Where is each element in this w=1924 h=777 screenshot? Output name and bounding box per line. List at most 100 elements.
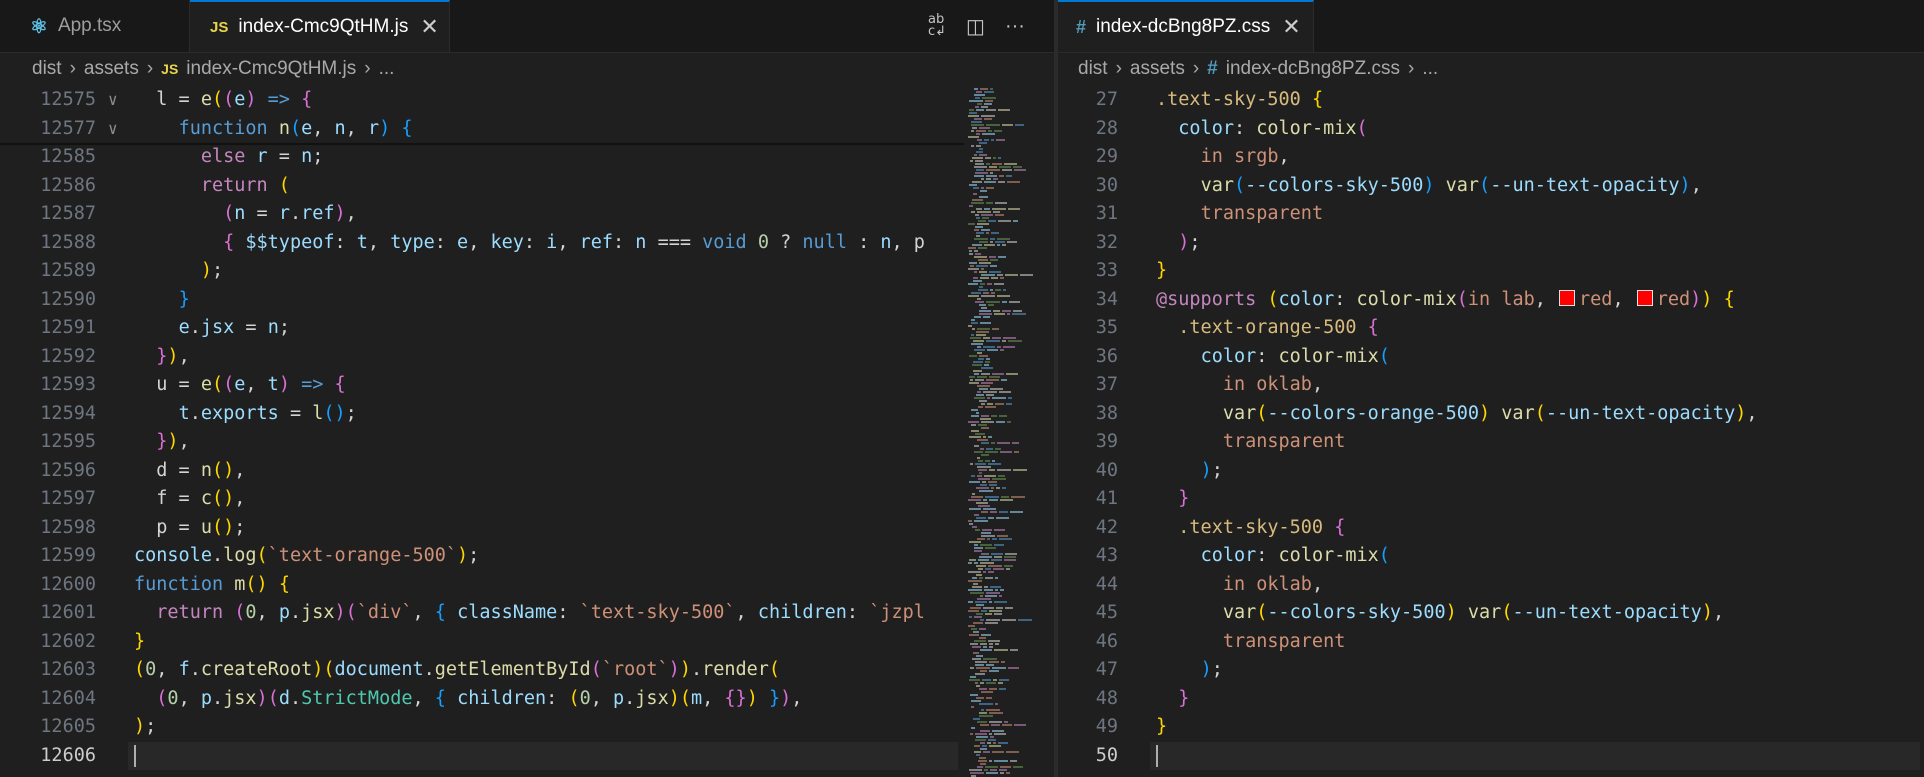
code-text: );	[1156, 457, 1223, 486]
line-number[interactable]: 50	[1058, 742, 1118, 771]
more-actions-icon[interactable]: ···	[1005, 15, 1025, 38]
line-number[interactable]: 12603	[0, 656, 96, 685]
line-number[interactable]: 44	[1058, 571, 1118, 600]
breadcrumb-item[interactable]: index-Cmc9QtHM.js	[186, 58, 356, 80]
code-token: (	[1378, 345, 1390, 367]
breadcrumb-item[interactable]: dist	[1078, 58, 1108, 80]
line-number[interactable]: 31	[1058, 200, 1118, 229]
line-number[interactable]: 12595	[0, 428, 96, 457]
minimap-line	[1012, 313, 1026, 315]
line-number[interactable]: 12591	[0, 314, 96, 343]
close-icon[interactable]: ✕	[420, 14, 438, 40]
minimap-line	[974, 250, 978, 252]
line-number[interactable]: 12596	[0, 457, 96, 486]
minimap-line	[1009, 301, 1020, 303]
line-number[interactable]: 41	[1058, 485, 1118, 514]
line-number[interactable]: 46	[1058, 628, 1118, 657]
line-number[interactable]: 12601	[0, 599, 96, 628]
line-number[interactable]: 27	[1058, 86, 1118, 115]
code-line: 35 .text-orange-500 {	[1058, 314, 1924, 343]
line-number[interactable]: 32	[1058, 229, 1118, 258]
line-number[interactable]: 12594	[0, 400, 96, 429]
line-number[interactable]: 38	[1058, 400, 1118, 429]
line-number[interactable]: 12604	[0, 685, 96, 714]
line-number[interactable]: 12592	[0, 343, 96, 372]
line-number[interactable]: 45	[1058, 599, 1118, 628]
line-number[interactable]: 34	[1058, 286, 1118, 315]
code-token: red	[1656, 288, 1691, 310]
fold-chevron-icon[interactable]: ∨	[108, 115, 118, 144]
line-number[interactable]: 47	[1058, 656, 1118, 685]
line-number[interactable]: 35	[1058, 314, 1118, 343]
code-line: 12597 f = c(),	[0, 485, 964, 514]
line-number[interactable]: 12593	[0, 371, 96, 400]
minimap[interactable]	[964, 86, 1048, 777]
line-number[interactable]: 12585	[0, 143, 96, 172]
line-number[interactable]: 12599	[0, 542, 96, 571]
minimap-line	[989, 661, 999, 663]
line-number[interactable]: 36	[1058, 343, 1118, 372]
fold-chevron-icon[interactable]: ∨	[108, 86, 118, 115]
code-token: children	[457, 687, 547, 709]
minimap-line	[1000, 766, 1011, 768]
code-token: m	[691, 687, 703, 709]
split-editor-icon[interactable]: ◫	[966, 14, 985, 39]
breadcrumb-item[interactable]: dist	[32, 58, 62, 80]
line-number[interactable]: 40	[1058, 457, 1118, 486]
compare-icon[interactable]: ab c↲	[928, 13, 946, 38]
line-number[interactable]: 39	[1058, 428, 1118, 457]
code-token: in srgb	[1200, 146, 1279, 167]
line-number[interactable]: 12588	[0, 229, 96, 258]
line-number[interactable]: 12586	[0, 172, 96, 201]
color-swatch-icon[interactable]	[1559, 289, 1576, 306]
tab-index-css[interactable]: # index-dcBng8PZ.css ✕	[1058, 0, 1314, 52]
tab-app-tsx[interactable]: ⚛ App.tsx	[0, 0, 190, 52]
breadcrumb-item[interactable]: index-dcBng8PZ.css	[1226, 58, 1400, 80]
line-number[interactable]: 12605	[0, 713, 96, 742]
minimap-line	[979, 142, 987, 144]
line-number[interactable]: 48	[1058, 685, 1118, 714]
code-editor[interactable]: 27 .text-sky-500 {28 color: color-mix(29 …	[1058, 86, 1924, 777]
line-number[interactable]: 12587	[0, 200, 96, 229]
line-number[interactable]: 42	[1058, 514, 1118, 543]
line-number[interactable]: 37	[1058, 371, 1118, 400]
code-token: )	[167, 345, 179, 367]
minimap-line	[987, 283, 992, 285]
minimap-line	[993, 568, 1004, 570]
line-number[interactable]: 12600	[0, 571, 96, 600]
minimap-line	[979, 637, 986, 639]
minimap-line	[972, 127, 977, 129]
minimap-line	[997, 346, 1001, 348]
line-number[interactable]: 43	[1058, 542, 1118, 571]
breadcrumb-item[interactable]: assets	[84, 58, 139, 80]
line-number[interactable]: 12602	[0, 628, 96, 657]
code-token: (	[223, 374, 235, 395]
breadcrumb-item[interactable]: assets	[1130, 58, 1185, 80]
code-token: )	[668, 687, 680, 709]
minimap-line	[986, 709, 1000, 711]
breadcrumb-item[interactable]: ...	[379, 58, 395, 80]
code-line: 47 );	[1058, 656, 1924, 685]
line-number[interactable]: 12575	[0, 86, 96, 115]
line-number[interactable]: 12589	[0, 257, 96, 286]
line-number[interactable]: 12577	[0, 115, 96, 144]
line-number[interactable]: 12597	[0, 485, 96, 514]
tab-index-js[interactable]: JS index-Cmc9QtHM.js ✕	[190, 0, 450, 52]
line-number[interactable]: 12606	[0, 742, 96, 771]
close-icon[interactable]: ✕	[1282, 14, 1300, 40]
minimap-line	[969, 250, 972, 252]
line-number[interactable]: 28	[1058, 115, 1118, 144]
line-number[interactable]: 49	[1058, 713, 1118, 742]
code-editor[interactable]: 12575 ∨ l = e((e) => {12577 ∨ function n(e…	[0, 86, 1054, 777]
line-number[interactable]: 33	[1058, 257, 1118, 286]
line-number[interactable]: 12590	[0, 286, 96, 315]
line-number[interactable]: 12598	[0, 514, 96, 543]
minimap-line	[972, 199, 983, 201]
line-number[interactable]: 30	[1058, 172, 1118, 201]
minimap-line	[981, 373, 990, 375]
breadcrumb-item[interactable]: ...	[1422, 58, 1438, 80]
line-number[interactable]: 29	[1058, 143, 1118, 172]
vertical-scrollbar[interactable]	[1040, 86, 1054, 777]
color-swatch-icon[interactable]	[1636, 289, 1653, 306]
